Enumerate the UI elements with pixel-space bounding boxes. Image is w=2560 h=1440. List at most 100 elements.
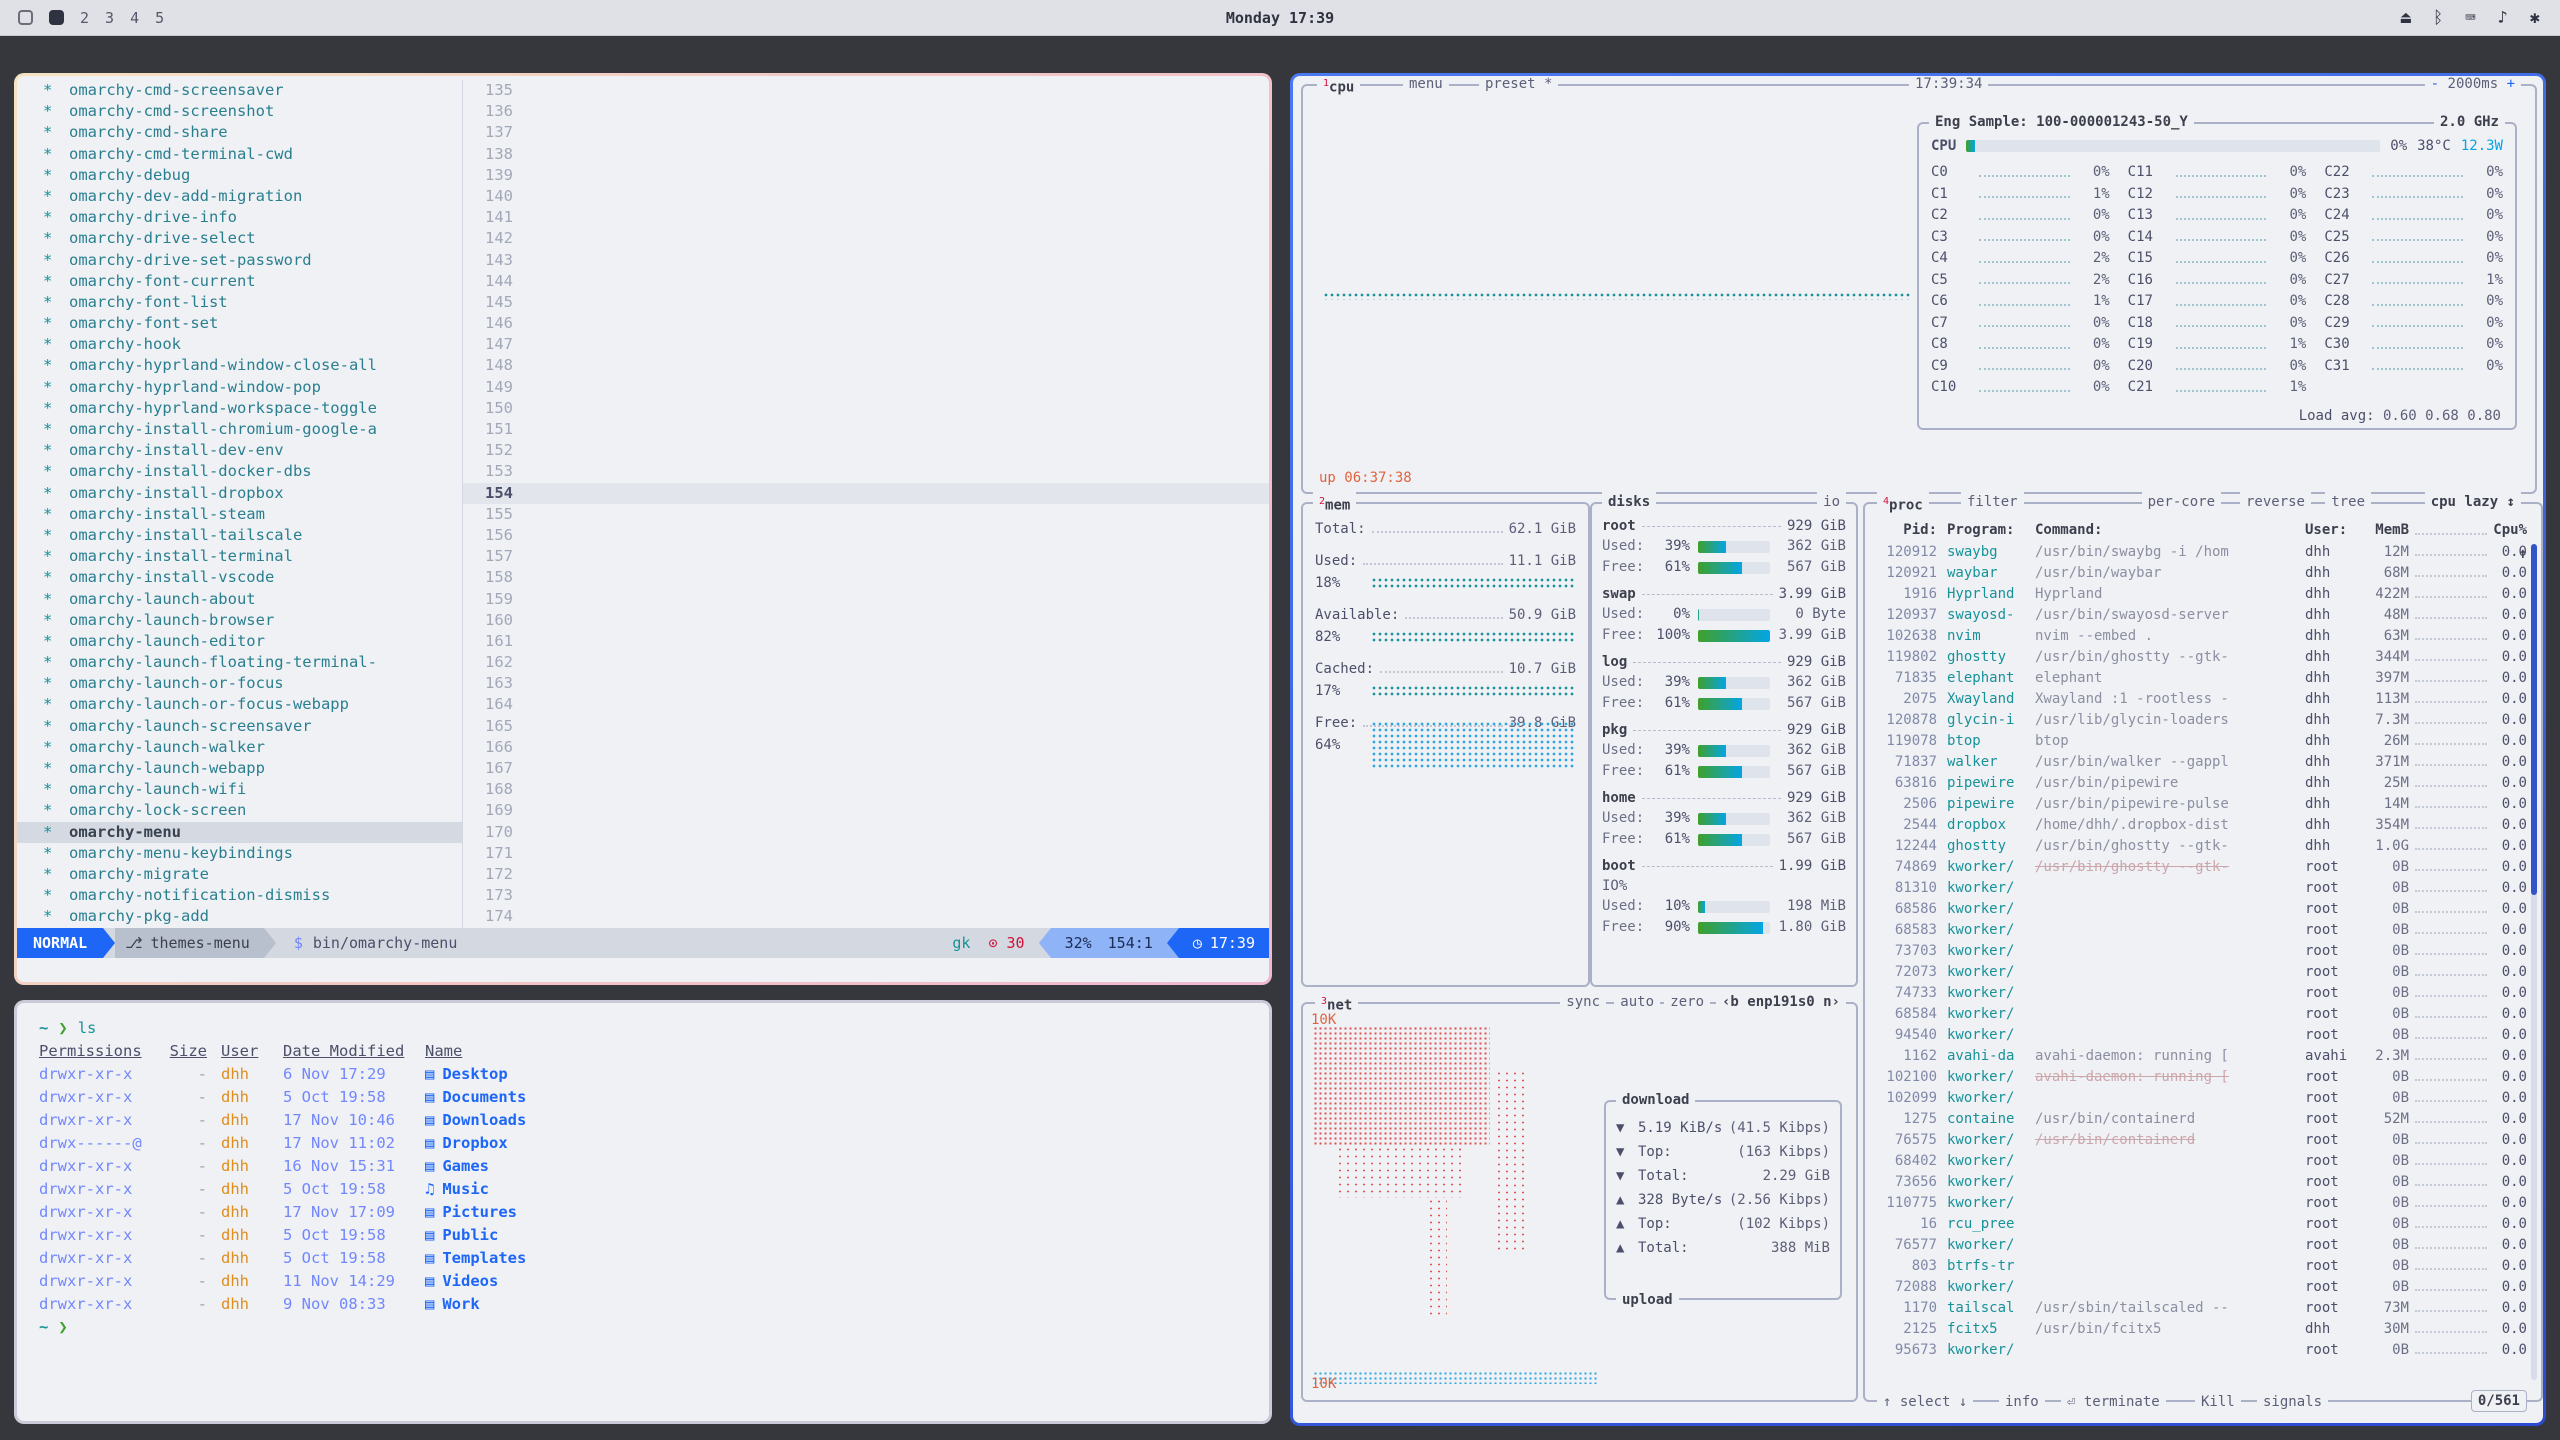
file-list-item[interactable]: *omarchy-launch-or-focus <box>17 673 462 694</box>
process-row[interactable]: 2075 Xwayland Xwayland :1 -rootless - dh… <box>1875 689 2527 710</box>
tree-toggle[interactable]: tree <box>2325 492 2371 512</box>
menu-button[interactable]: menu <box>1403 76 1449 94</box>
filter-button[interactable]: filter <box>1961 492 2024 512</box>
reverse-toggle[interactable]: reverse <box>2240 492 2311 512</box>
file-list-item[interactable]: *omarchy-cmd-screensaver <box>17 80 462 101</box>
file-list-item[interactable]: *omarchy-font-set <box>17 313 462 334</box>
net-box-title[interactable]: 3net <box>1315 992 1358 1012</box>
file-list-item[interactable]: *omarchy-drive-select <box>17 228 462 249</box>
file-list-item[interactable]: *omarchy-notification-dismiss <box>17 885 462 906</box>
file-list-item[interactable]: *omarchy-dev-add-migration <box>17 186 462 207</box>
signals-button[interactable]: signals <box>2257 1392 2328 1412</box>
process-row[interactable]: 81310 kworker/ root 0B 0.0 <box>1875 878 2527 899</box>
update-interval[interactable]: - 2000ms + <box>2425 76 2521 94</box>
command-line[interactable] <box>17 958 1269 982</box>
file-list-item[interactable]: *omarchy-menu-keybindings <box>17 843 462 864</box>
file-list-item[interactable]: *omarchy-menu <box>17 822 462 843</box>
process-row[interactable]: 1275 containe /usr/bin/containerd root 5… <box>1875 1109 2527 1130</box>
sort-selector[interactable]: cpu lazy ↕ <box>2425 492 2521 512</box>
process-row[interactable]: 63816 pipewire /usr/bin/pipewire dhh 25M… <box>1875 773 2527 794</box>
proc-box-title[interactable]: 4proc <box>1877 492 1929 512</box>
file-list-item[interactable]: *omarchy-launch-editor <box>17 631 462 652</box>
file-list-item[interactable]: *omarchy-pkg-add <box>17 906 462 927</box>
io-toggle[interactable]: io <box>1817 492 1846 512</box>
process-row[interactable]: 119802 ghostty /usr/bin/ghostty --gtk- d… <box>1875 647 2527 668</box>
process-row[interactable]: 120937 swayosd- /usr/bin/swayosd-server … <box>1875 605 2527 626</box>
keyboard-icon[interactable]: ⌨ <box>2465 8 2475 28</box>
preset-button[interactable]: preset * <box>1479 76 1558 94</box>
file-list-item[interactable]: *omarchy-launch-screensaver <box>17 716 462 737</box>
process-row[interactable]: 1162 avahi-da avahi-daemon: running [ av… <box>1875 1046 2527 1067</box>
file-list-item[interactable]: *omarchy-install-chromium-google-a <box>17 419 462 440</box>
file-list-item[interactable]: *omarchy-install-dev-env <box>17 440 462 461</box>
volume-icon[interactable]: ♪ <box>2498 8 2508 28</box>
net-sync-toggle[interactable]: sync <box>1560 992 1606 1012</box>
net-auto-toggle[interactable]: auto <box>1614 992 1660 1012</box>
process-row[interactable]: 68586 kworker/ root 0B 0.0 <box>1875 899 2527 920</box>
settings-icon[interactable]: ✱ <box>2530 8 2540 28</box>
file-list-item[interactable]: *omarchy-cmd-screenshot <box>17 101 462 122</box>
process-row[interactable]: 119078 btop btop dhh 26M 0.0 <box>1875 731 2527 752</box>
interval-minus[interactable]: - <box>2431 76 2439 92</box>
header-user[interactable]: User: <box>2305 518 2363 542</box>
file-list-item[interactable]: *omarchy-launch-or-focus-webapp <box>17 694 462 715</box>
file-list-item[interactable]: *omarchy-cmd-terminal-cwd <box>17 144 462 165</box>
terminal-content[interactable]: ~❯ls Permissions Size User Date Modified… <box>17 1003 1269 1353</box>
process-row[interactable]: 71837 walker /usr/bin/walker --gappl dhh… <box>1875 752 2527 773</box>
file-list-item[interactable]: *omarchy-drive-set-password <box>17 250 462 271</box>
net-zero-toggle[interactable]: zero <box>1664 992 1710 1012</box>
file-list-item[interactable]: *omarchy-hyprland-window-close-all <box>17 355 462 376</box>
file-list-item[interactable]: *omarchy-launch-floating-terminal- <box>17 652 462 673</box>
file-list-item[interactable]: *omarchy-launch-wifi <box>17 779 462 800</box>
file-list-item[interactable]: *omarchy-hook <box>17 334 462 355</box>
process-row[interactable]: 102638 nvim nvim --embed . dhh 63M 0.0 <box>1875 626 2527 647</box>
header-pid[interactable]: Pid: <box>1875 518 1937 542</box>
file-list-item[interactable]: *omarchy-launch-about <box>17 589 462 610</box>
file-list-item[interactable]: *omarchy-font-list <box>17 292 462 313</box>
process-row[interactable]: 68584 kworker/ root 0B 0.0 <box>1875 1004 2527 1025</box>
header-cpu[interactable]: Cpu% ↑ <box>2493 518 2527 542</box>
file-list-item[interactable]: *omarchy-hyprland-workspace-toggle <box>17 398 462 419</box>
file-list-item[interactable]: *omarchy-install-vscode <box>17 567 462 588</box>
process-row[interactable]: 73703 kworker/ root 0B 0.0 <box>1875 941 2527 962</box>
file-list-item[interactable]: *omarchy-launch-browser <box>17 610 462 631</box>
process-row[interactable]: 120921 waybar /usr/bin/waybar dhh 68M 0.… <box>1875 563 2527 584</box>
select-hint[interactable]: ↑ select ↓ <box>1877 1392 1973 1412</box>
file-list-item[interactable]: *omarchy-hyprland-window-pop <box>17 377 462 398</box>
file-list-item[interactable]: *omarchy-launch-webapp <box>17 758 462 779</box>
process-row[interactable]: 71835 elephant elephant dhh 397M 0.0 <box>1875 668 2527 689</box>
interval-plus[interactable]: + <box>2507 76 2515 92</box>
screenshare-icon[interactable]: ⏏ <box>2401 8 2411 28</box>
info-button[interactable]: info <box>1999 1392 2045 1412</box>
code-area[interactable]: 135 case $(menu "Toggle" "▢ Screensaver\… <box>463 80 1269 928</box>
file-list-item[interactable]: *omarchy-lock-screen <box>17 800 462 821</box>
disks-box-title[interactable]: disks <box>1602 492 1656 512</box>
file-list-item[interactable]: *omarchy-font-current <box>17 271 462 292</box>
process-row[interactable]: 74733 kworker/ root 0B 0.0 <box>1875 983 2527 1004</box>
process-row[interactable]: 76575 kworker/ /usr/bin/containerd root … <box>1875 1130 2527 1151</box>
process-row[interactable]: 2544 dropbox /home/dhh/.dropbox-dist dhh… <box>1875 815 2527 836</box>
file-list-item[interactable]: *omarchy-drive-info <box>17 207 462 228</box>
header-mem[interactable]: MemB <box>2363 518 2409 542</box>
mem-box-title[interactable]: 2mem <box>1313 492 1356 512</box>
process-row[interactable]: 120912 swaybg /usr/bin/swaybg -i /hom dh… <box>1875 542 2527 563</box>
process-row[interactable]: 1916 Hyprland Hyprland dhh 422M 0.0 <box>1875 584 2527 605</box>
process-row[interactable]: 68402 kworker/ root 0B 0.0 <box>1875 1151 2527 1172</box>
net-interface[interactable]: ‹b enp191s0 n› <box>1716 992 1846 1012</box>
terminate-button[interactable]: ⏎ terminate <box>2061 1392 2166 1412</box>
header-program[interactable]: Program: <box>1937 518 2035 542</box>
file-list-item[interactable]: *omarchy-cmd-share <box>17 122 462 143</box>
process-row[interactable]: 72073 kworker/ root 0B 0.0 <box>1875 962 2527 983</box>
file-list-item[interactable]: *omarchy-install-terminal <box>17 546 462 567</box>
file-list-item[interactable]: *omarchy-install-dropbox <box>17 483 462 504</box>
header-command[interactable]: Command: <box>2035 518 2305 542</box>
process-row[interactable]: 12244 ghostty /usr/bin/ghostty --gtk- dh… <box>1875 836 2527 857</box>
process-row[interactable]: 2506 pipewire /usr/bin/pipewire-pulse dh… <box>1875 794 2527 815</box>
process-row[interactable]: 102100 kworker/ avahi-daemon: running [ … <box>1875 1067 2527 1088</box>
process-row[interactable]: 1170 tailscal /usr/sbin/tailscaled -- ro… <box>1875 1298 2527 1319</box>
file-list-item[interactable]: *omarchy-install-tailscale <box>17 525 462 546</box>
process-row[interactable]: 120878 glycin-i /usr/lib/glycin-loaders … <box>1875 710 2527 731</box>
process-row[interactable]: 73656 kworker/ root 0B 0.0 <box>1875 1172 2527 1193</box>
kill-button[interactable]: Kill <box>2195 1392 2241 1412</box>
file-list-item[interactable]: *omarchy-migrate <box>17 864 462 885</box>
